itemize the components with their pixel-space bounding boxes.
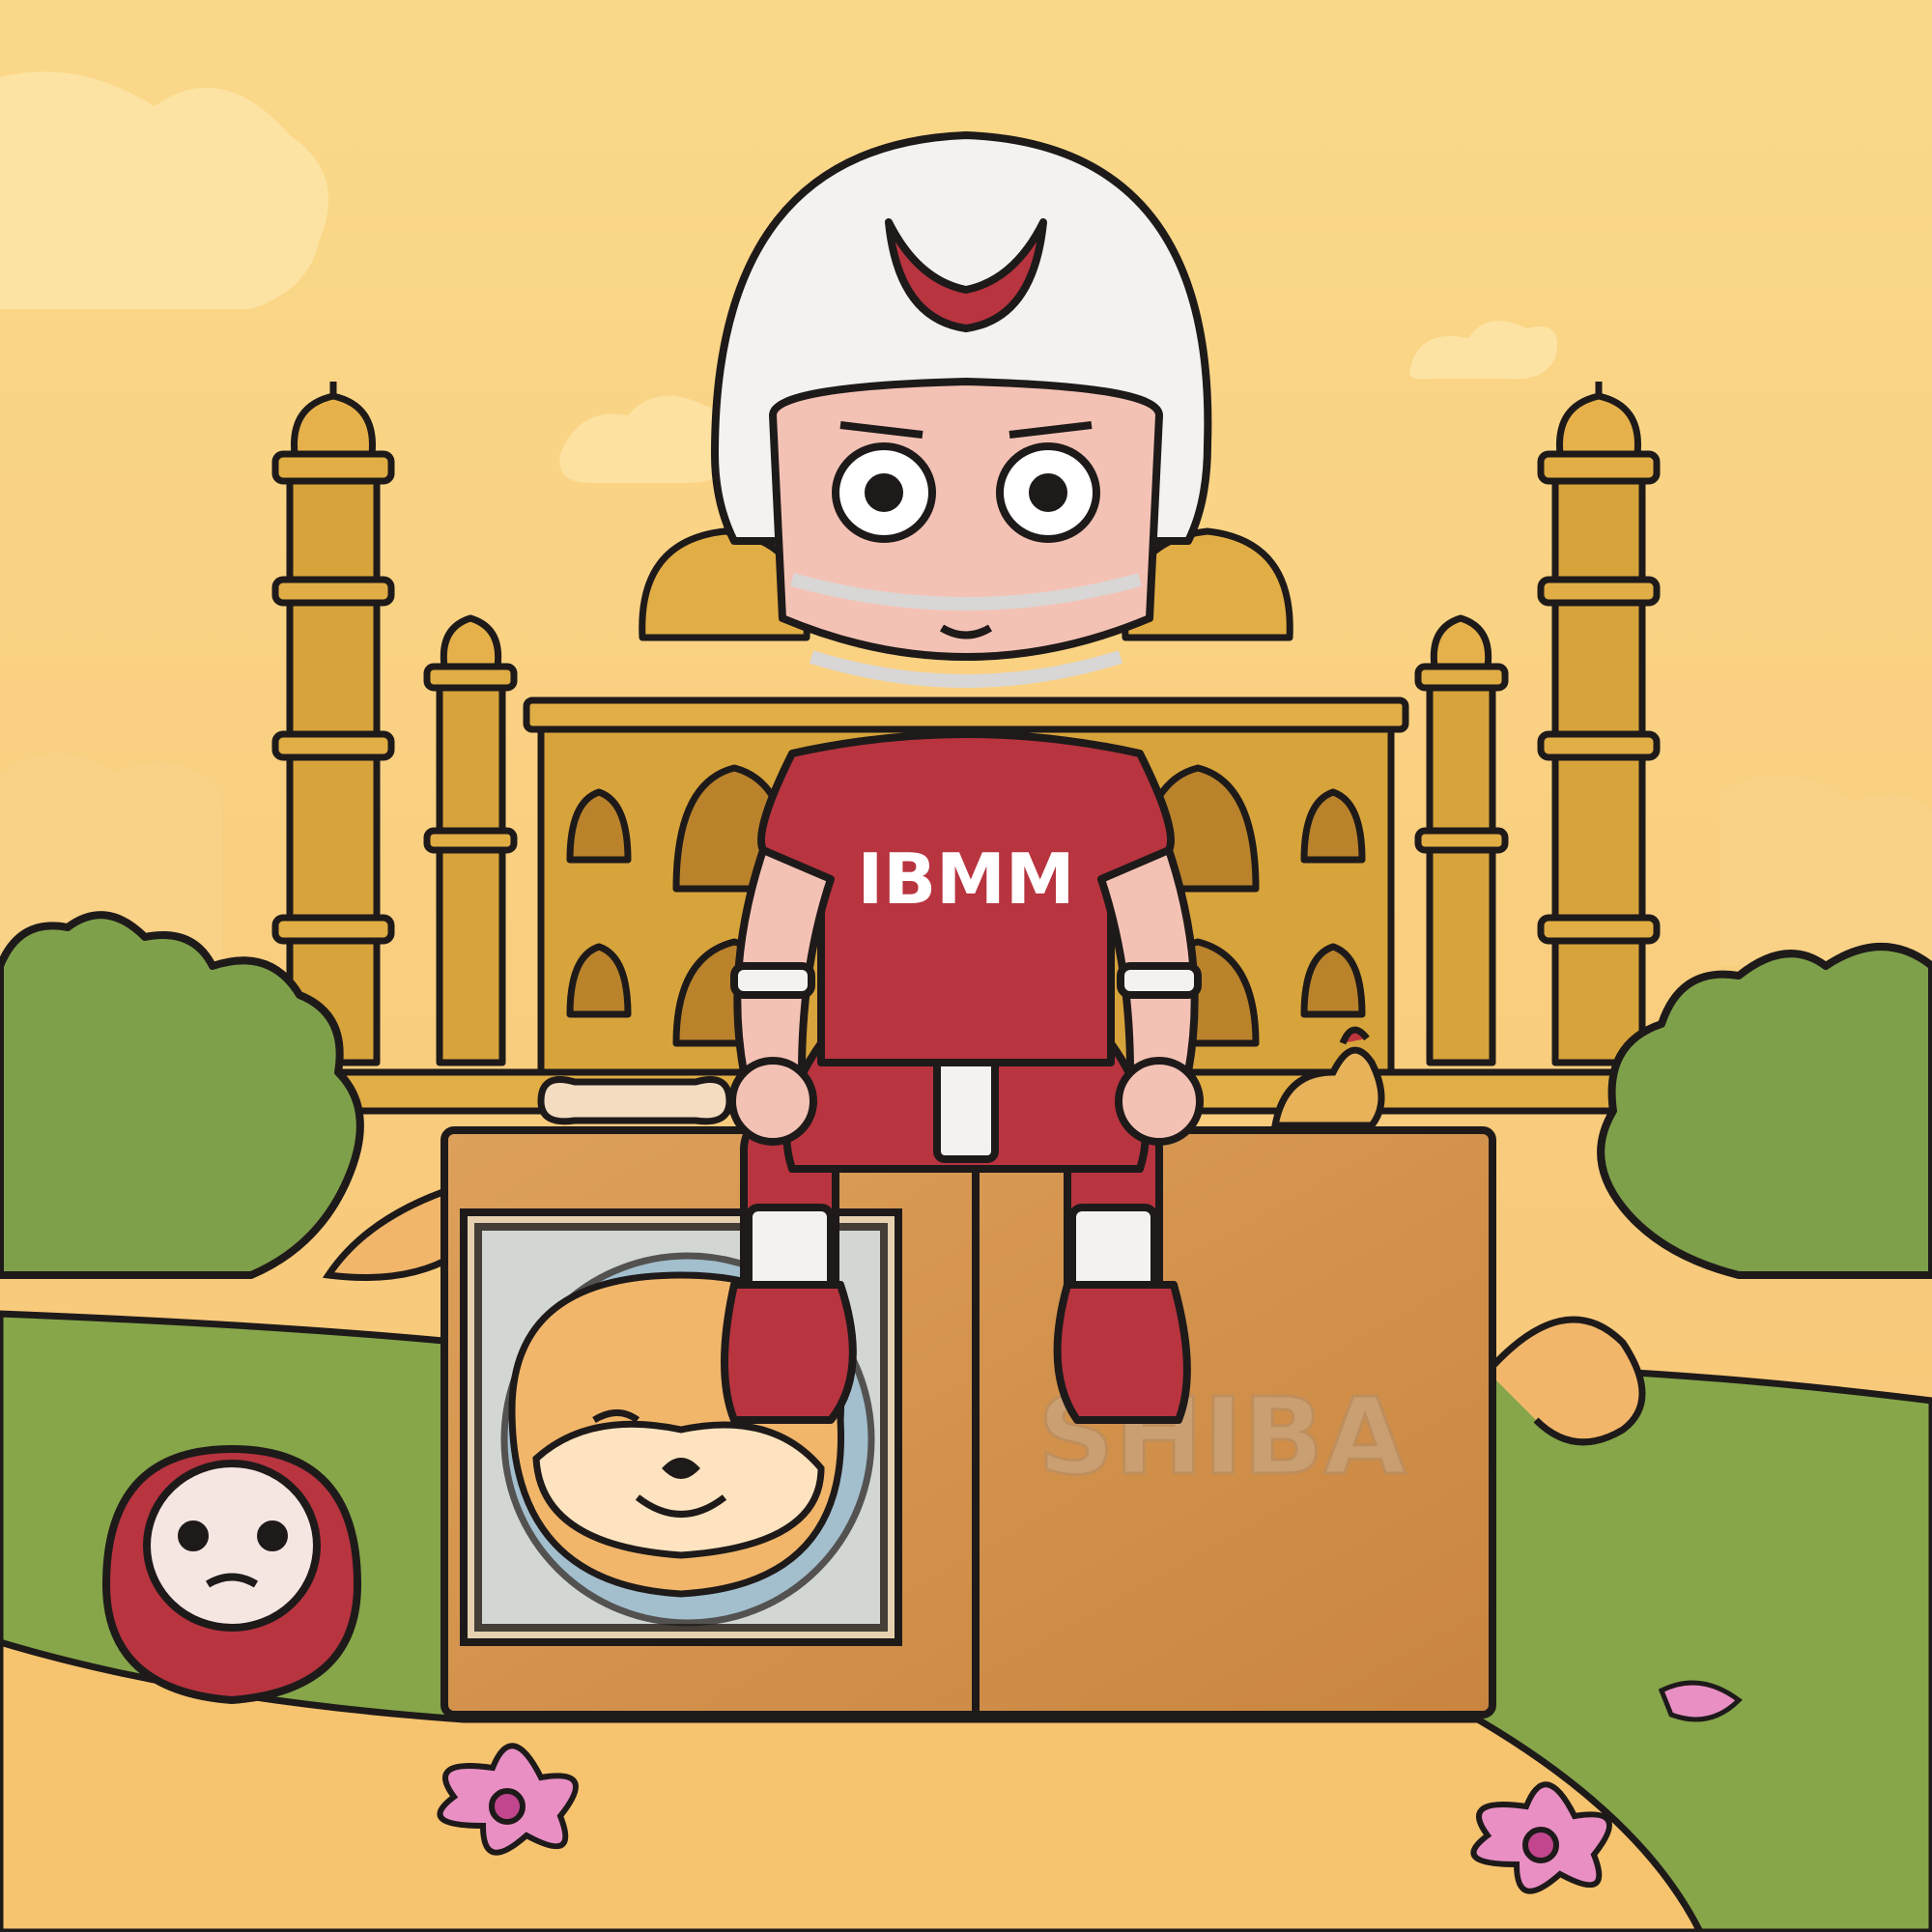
bone-icon (537, 1076, 733, 1125)
jersey-text: IBMM (858, 838, 1075, 920)
player-face (769, 378, 1163, 661)
minaret-icon (1414, 614, 1509, 1066)
scene-illustration: SHIBA IBMM (0, 0, 1932, 1932)
player-cleat (1053, 1281, 1191, 1424)
minaret-icon (271, 382, 395, 1066)
minaret-icon (423, 614, 518, 1066)
player-cleat (721, 1281, 857, 1424)
minaret-icon (1537, 382, 1661, 1066)
daruma-icon (101, 1444, 362, 1705)
